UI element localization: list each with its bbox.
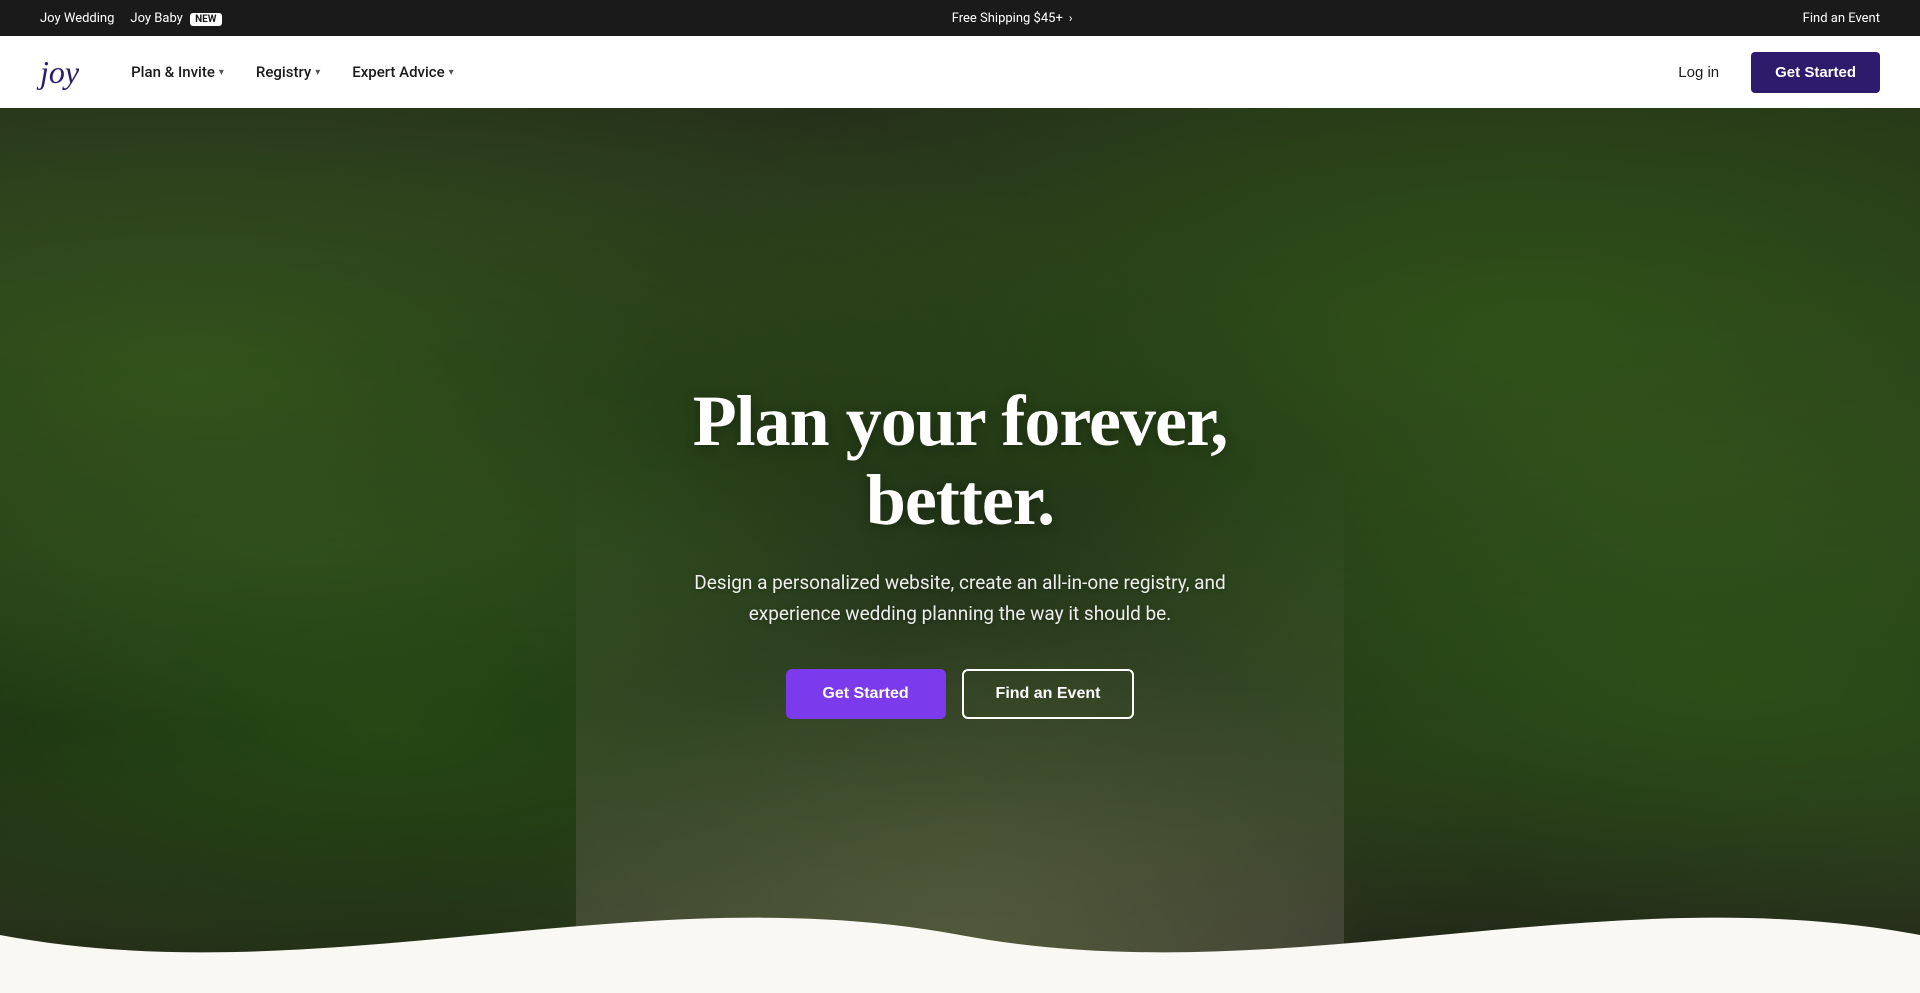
nav-items: Plan & Invite ▾ Registry ▾ Expert Advice… bbox=[119, 55, 466, 89]
hero-content: Plan your forever, better. Design a pers… bbox=[610, 382, 1310, 719]
hero-find-event-button[interactable]: Find an Event bbox=[962, 669, 1135, 719]
shipping-link[interactable]: Free Shipping $45+ bbox=[952, 11, 1063, 26]
top-bar: Joy Wedding Joy Baby New Free Shipping $… bbox=[0, 0, 1920, 36]
registry-nav-item[interactable]: Registry ▾ bbox=[244, 55, 332, 89]
navbar-left: joy Plan & Invite ▾ Registry ▾ Expert Ad… bbox=[40, 54, 466, 91]
hero-buttons: Get Started Find an Event bbox=[630, 669, 1290, 719]
registry-chevron-icon: ▾ bbox=[315, 67, 320, 78]
plan-invite-nav-item[interactable]: Plan & Invite ▾ bbox=[119, 55, 236, 89]
hero-section: Plan your forever, better. Design a pers… bbox=[0, 108, 1920, 993]
navbar: joy Plan & Invite ▾ Registry ▾ Expert Ad… bbox=[0, 36, 1920, 108]
hero-subtitle: Design a personalized website, create an… bbox=[690, 568, 1230, 629]
expert-advice-chevron-icon: ▾ bbox=[449, 67, 454, 78]
get-started-nav-button[interactable]: Get Started bbox=[1751, 52, 1880, 93]
wave-decoration bbox=[0, 875, 1920, 993]
plan-invite-chevron-icon: ▾ bbox=[219, 67, 224, 78]
joy-baby-link[interactable]: Joy Baby New bbox=[130, 11, 221, 26]
joy-wedding-link[interactable]: Joy Wedding bbox=[40, 11, 114, 26]
top-bar-center: Free Shipping $45+ › bbox=[952, 11, 1073, 26]
log-in-button[interactable]: Log in bbox=[1662, 56, 1735, 89]
shipping-arrow: › bbox=[1069, 11, 1073, 25]
logo[interactable]: joy bbox=[40, 54, 79, 91]
navbar-right: Log in Get Started bbox=[1662, 52, 1880, 93]
hero-get-started-button[interactable]: Get Started bbox=[786, 669, 946, 719]
new-badge: New bbox=[190, 13, 221, 26]
expert-advice-nav-item[interactable]: Expert Advice ▾ bbox=[340, 55, 465, 89]
hero-title: Plan your forever, better. bbox=[630, 382, 1290, 540]
find-an-event-top-link[interactable]: Find an Event bbox=[1803, 11, 1880, 26]
top-bar-left: Joy Wedding Joy Baby New bbox=[40, 11, 222, 26]
